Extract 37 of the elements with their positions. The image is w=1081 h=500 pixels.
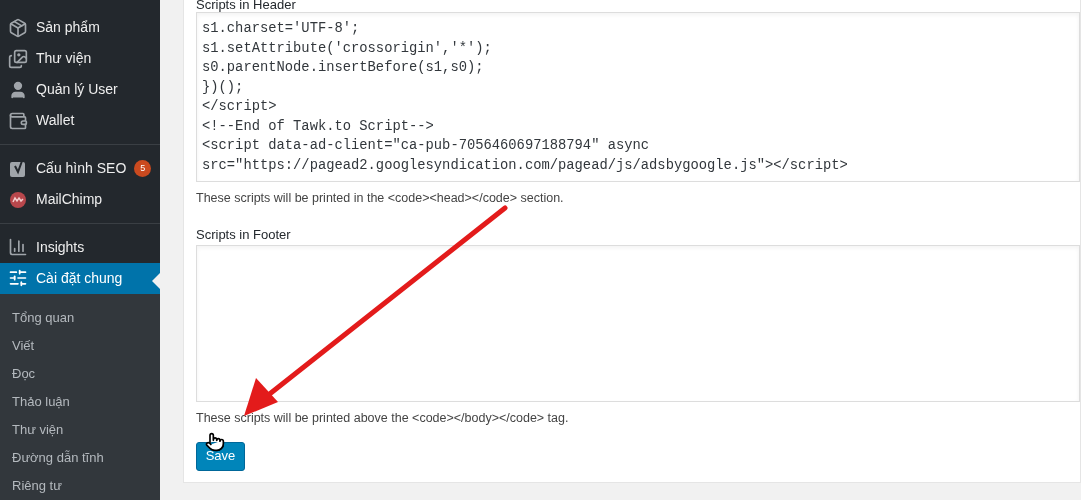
submenu-item[interactable]: Riêng tư [0,471,160,500]
code-line: <script data-ad-client="ca-pub-7056460697188794" async [202,137,650,155]
media-icon [8,48,28,69]
code-line: s0.parentNode.insertBefore(s1,s0); [202,59,484,77]
sidebar-item[interactable]: Cài đặt chung [0,262,160,294]
field-label: Scripts in Footer [196,225,292,244]
user-icon [8,79,28,100]
box-icon [8,17,28,38]
sidebar-item[interactable]: MailChimp [0,184,160,216]
help-text: These scripts will be printed above the <code></body></code> tag. [196,409,570,427]
field-label: Scripts in Header [196,0,297,12]
help-text: These scripts will be printed in the <code><head></code> section. [196,190,565,207]
submenu-item[interactable]: Đường dẫn tĩnh [0,443,160,472]
sidebar-item[interactable]: Quản lý User [0,74,160,106]
code-line: <!--End of Tawk.to Script--> [202,117,434,136]
sidebar-item[interactable]: Insights [0,231,160,263]
sidebar-item[interactable]: Cấu hình SEO 5 [0,153,160,185]
wallet-icon [8,110,28,131]
submenu-item[interactable]: Tổng quan [0,303,160,332]
sliders-icon [8,268,28,289]
chimp-icon [8,189,28,210]
sidebar-item[interactable]: Thư viện [0,43,160,75]
submenu-item[interactable]: Thảo luận [0,387,160,416]
submenu-item[interactable]: Đọc [0,359,160,388]
sidebar-item[interactable]: Wallet [0,105,160,137]
code-line: src="https://pagead2.googlesyndication.com/pagead/js/adsbygoogle.js"></script> [202,156,848,175]
code-line: </script> [202,98,277,116]
chart-icon [8,237,28,258]
count-badge: 5 [134,160,152,178]
sidebar-item[interactable]: Sản phẩm [0,12,160,44]
code-textarea[interactable] [196,12,1080,182]
hand-cursor-icon [205,432,225,452]
submenu-item[interactable]: Thư viện [0,415,160,444]
submenu-item[interactable]: Viết [0,331,160,360]
code-line: })(); [202,78,244,97]
code-line: s1.setAttribute('crossorigin','*'); [202,39,492,58]
code-line: s1.charset='UTF-8'; [202,20,360,38]
